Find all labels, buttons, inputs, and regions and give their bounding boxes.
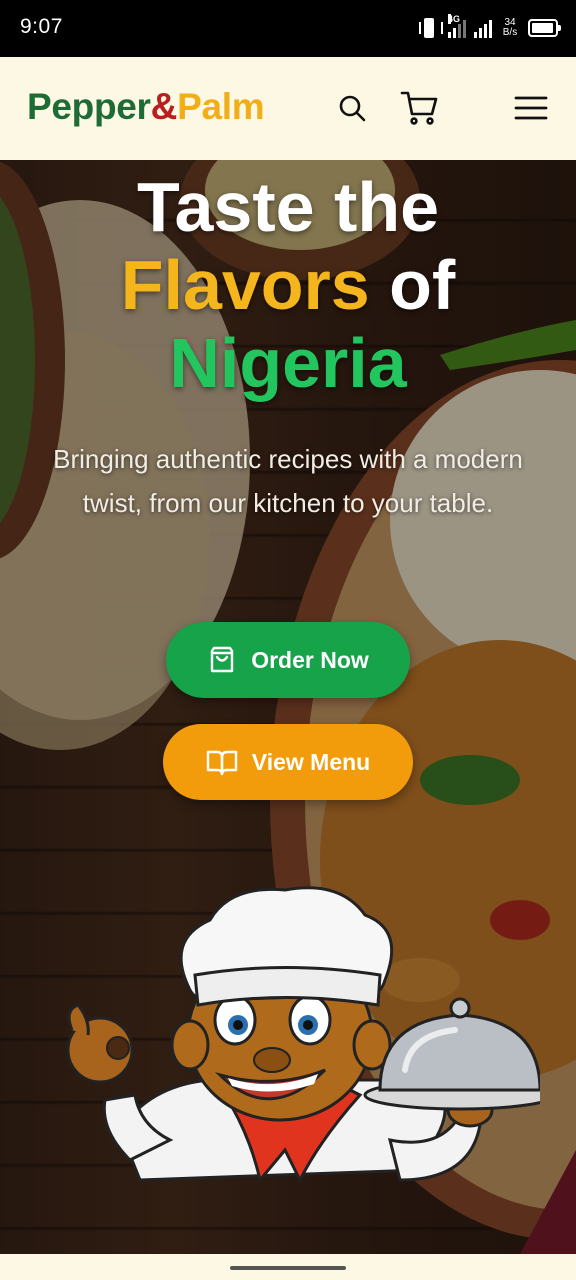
hero-title-line2: Flavors of xyxy=(0,246,576,324)
battery-icon xyxy=(528,19,561,37)
chef-mascot-illustration xyxy=(66,886,540,1184)
cart-icon xyxy=(400,91,438,125)
home-gesture-handle[interactable] xyxy=(230,1266,346,1270)
search-icon xyxy=(339,95,366,122)
status-time: 9:07 xyxy=(20,15,63,38)
brand-part-pepper: Pepper xyxy=(27,86,151,127)
signal-icon xyxy=(474,18,492,38)
hero-title-highlight-flavors: Flavors xyxy=(120,246,370,324)
hamburger-menu-button[interactable] xyxy=(507,84,555,132)
hero-subtitle: Bringing authentic recipes with a modern… xyxy=(53,444,523,518)
brand-part-ampersand: & xyxy=(150,86,178,127)
status-bar: 9:07 4G 34 B/s xyxy=(0,0,576,57)
hero-title-line1: Taste the xyxy=(136,168,440,246)
open-book-icon xyxy=(206,750,237,776)
network-speed: 34 B/s xyxy=(502,17,518,38)
hero-section: Taste the Flavors of Nigeria Bringing au… xyxy=(0,160,576,1254)
shopping-bag-icon xyxy=(211,646,234,673)
view-menu-label: View Menu xyxy=(251,748,371,775)
brand-part-palm: Palm xyxy=(177,86,265,127)
view-menu-button[interactable]: View Menu xyxy=(163,724,413,800)
hero-title: Taste the Flavors of Nigeria xyxy=(0,168,576,402)
status-icons: 4G 34 B/s xyxy=(418,14,561,42)
signal-4g-icon: 4G xyxy=(448,14,466,38)
hero-title-of: of xyxy=(369,246,456,324)
vibrate-icon xyxy=(418,17,443,39)
order-now-button[interactable]: Order Now xyxy=(166,622,410,698)
order-now-label: Order Now xyxy=(251,646,369,673)
hero-title-nigeria: Nigeria xyxy=(169,324,407,402)
network-type-label: 4G xyxy=(448,14,461,24)
search-button[interactable] xyxy=(328,84,376,132)
cart-button[interactable] xyxy=(395,84,443,132)
menu-icon xyxy=(514,96,548,120)
system-nav-bar xyxy=(0,1254,576,1280)
brand-logo[interactable]: Pepper&Palm xyxy=(27,86,265,128)
battery-level xyxy=(532,23,553,33)
